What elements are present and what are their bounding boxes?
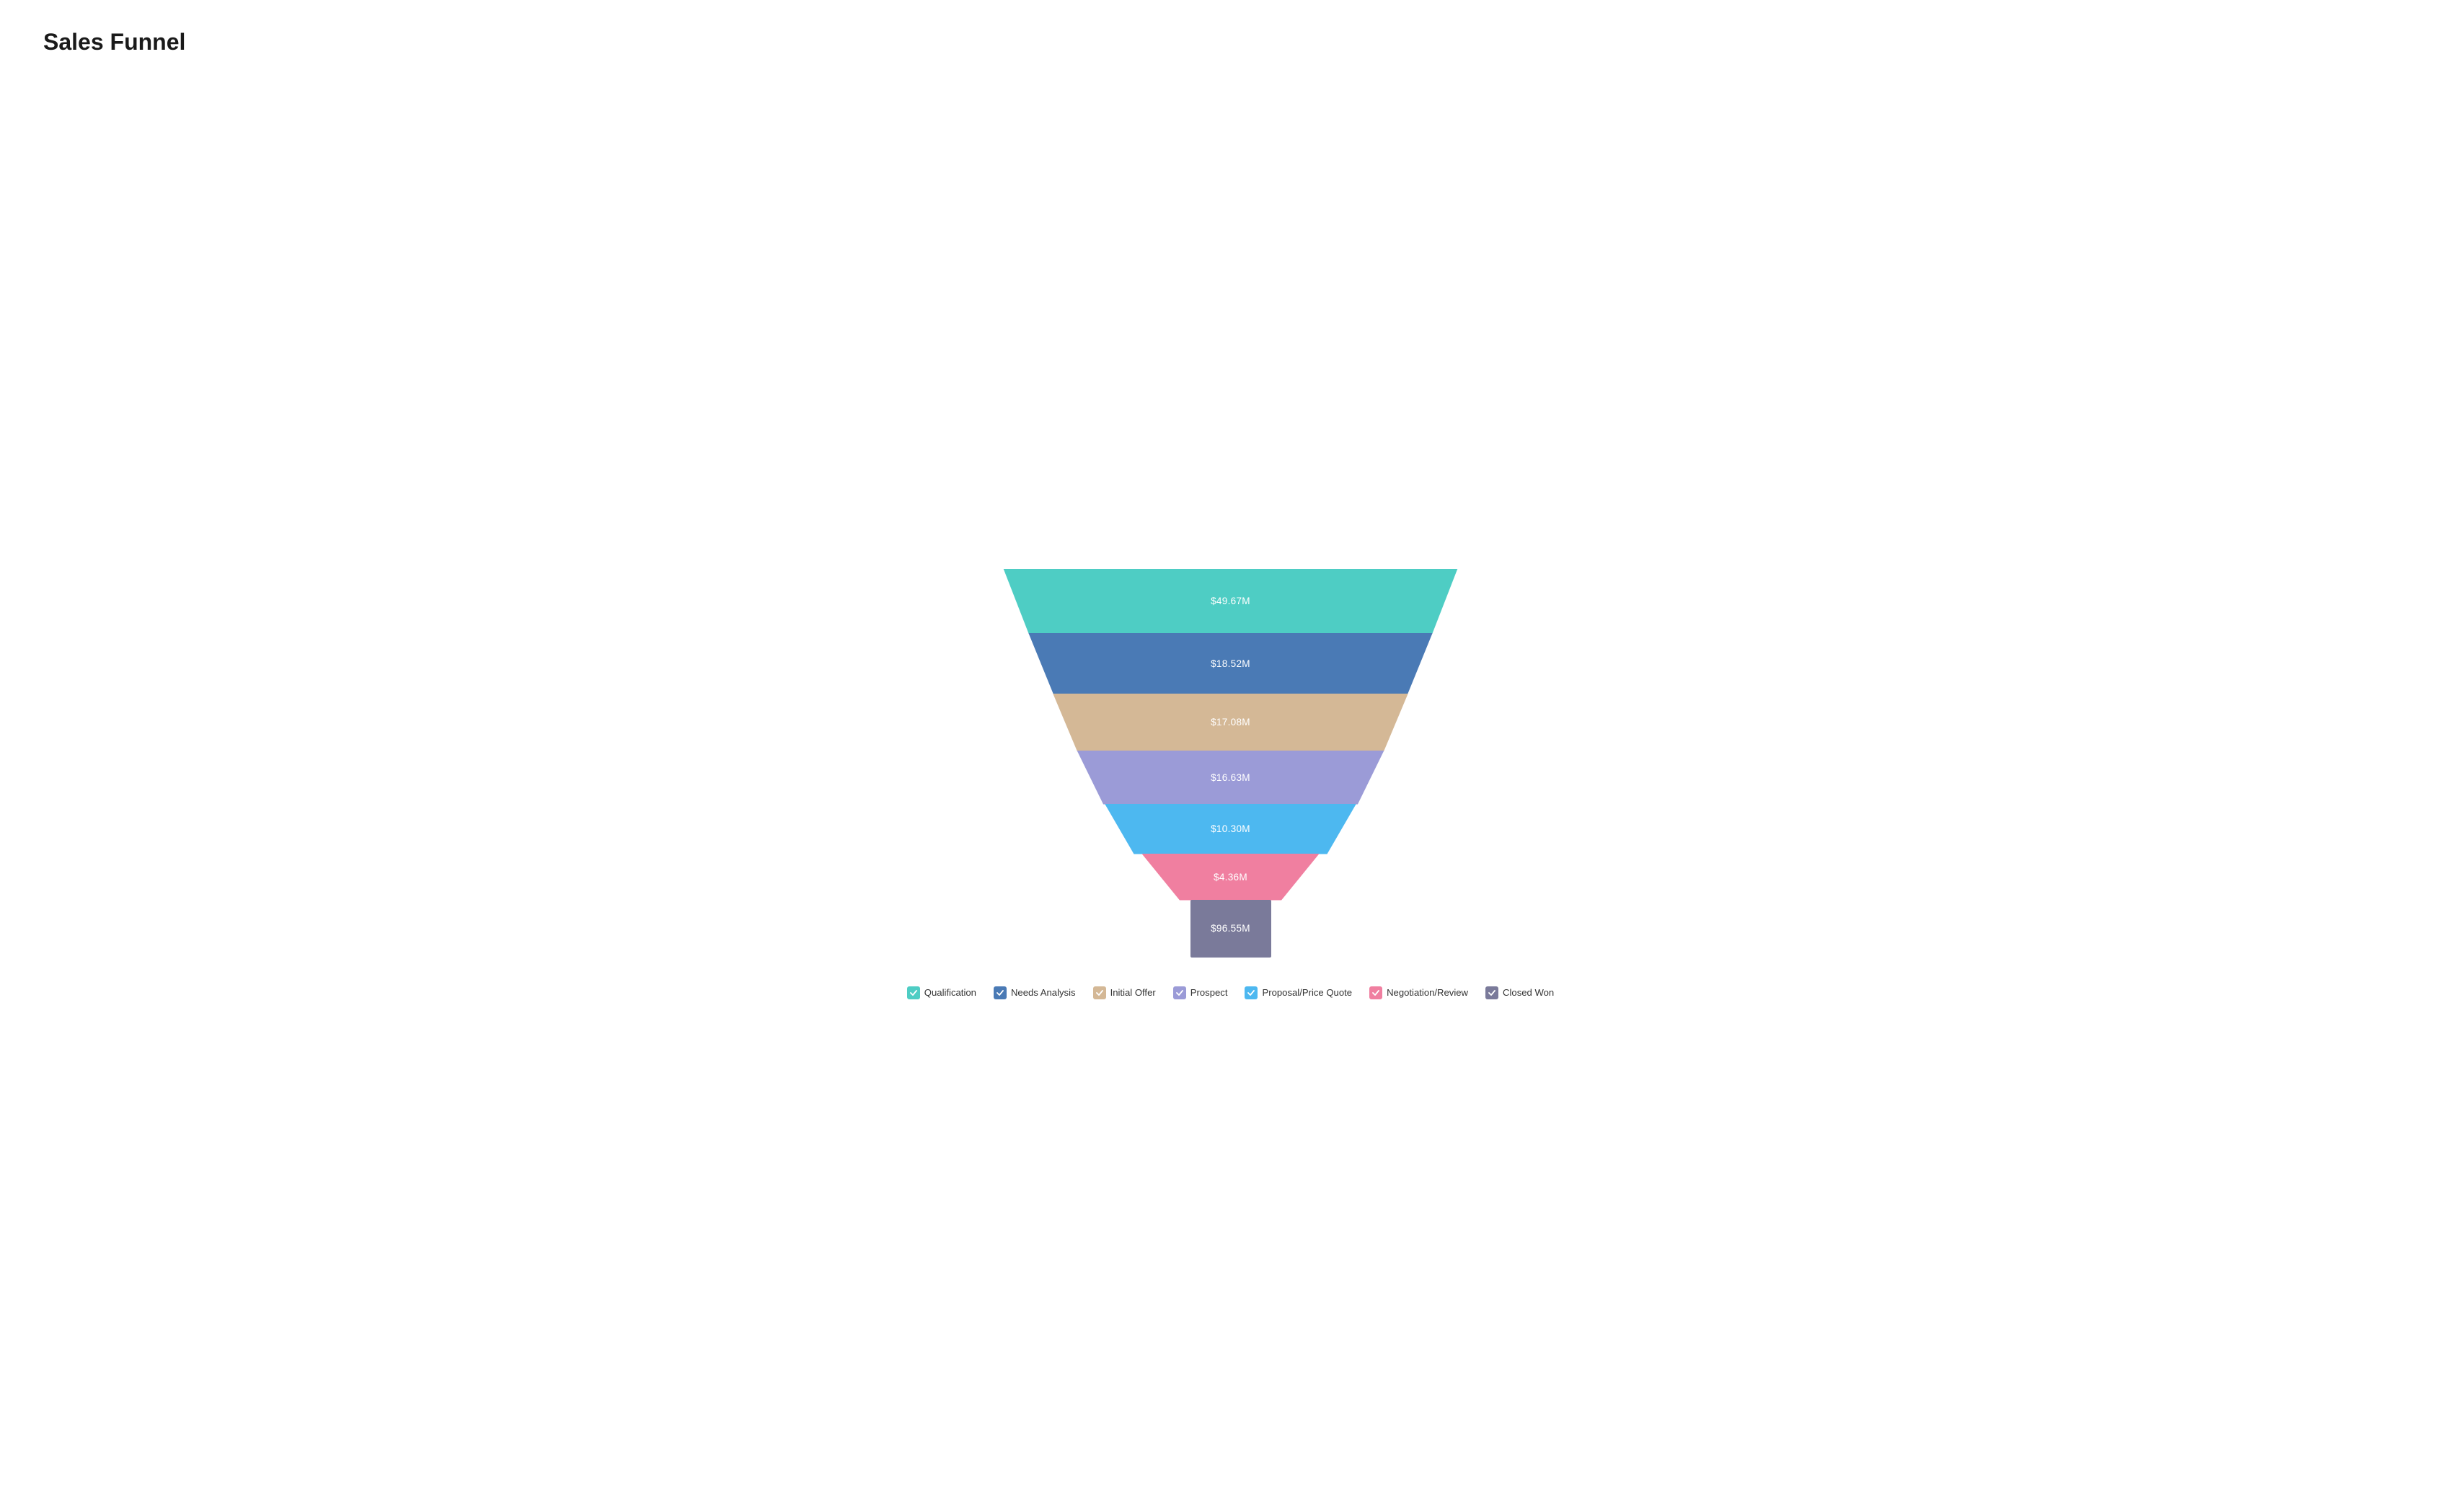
funnel-chart: $49.67M$18.52M$17.08M$16.63M$10.30M$4.36… [43, 84, 2418, 1483]
funnel-segment-6[interactable]: $96.55M [1190, 900, 1271, 958]
legend-item-6: Closed Won [1485, 986, 1554, 999]
funnel-segment-3[interactable]: $16.63M [1054, 751, 1408, 805]
funnel-segment-2[interactable]: $17.08M [1029, 694, 1433, 751]
legend-item-3: Prospect [1173, 986, 1228, 999]
funnel-segment-0[interactable]: $49.67M [978, 569, 1483, 634]
funnel-segment-4[interactable]: $10.30M [1084, 804, 1377, 854]
funnel-segment-5[interactable]: $4.36M [1125, 854, 1337, 901]
legend-item-4: Proposal/Price Quote [1245, 986, 1352, 999]
funnel-segment-1[interactable]: $18.52M [1004, 633, 1458, 694]
legend-item-1: Needs Analysis [994, 986, 1076, 999]
legend-item-5: Negotiation/Review [1369, 986, 1468, 999]
page-title: Sales Funnel [43, 29, 2418, 56]
funnel-wrapper: $49.67M$18.52M$17.08M$16.63M$10.30M$4.36… [978, 569, 1483, 958]
legend-item-0: Qualification [907, 986, 976, 999]
legend: Qualification Needs Analysis Initial Offer… [893, 986, 1568, 999]
legend-item-2: Initial Offer [1093, 986, 1156, 999]
